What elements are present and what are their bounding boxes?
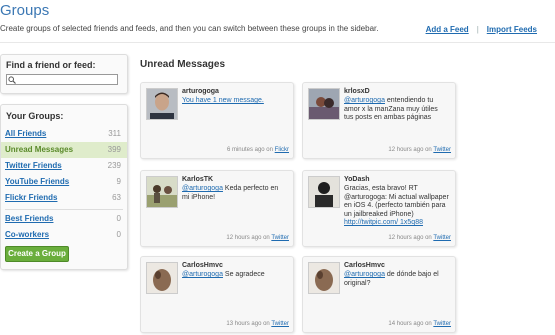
group-count: 399 [107, 145, 121, 154]
groups-heading: Your Groups: [6, 111, 64, 121]
page-title: Groups [0, 2, 50, 19]
group-all-friends[interactable]: All Friends 311 [1, 126, 127, 142]
group-best-friends[interactable]: Best Friends 0 [1, 211, 127, 227]
sender-name: CarlosHmvc [182, 262, 223, 269]
search-icon [8, 76, 16, 84]
message-card: arturogoga You have 1 new message. 6 min… [140, 82, 294, 159]
group-count: 0 [116, 230, 121, 239]
source-link[interactable]: Flickr [275, 147, 289, 153]
header-links: Add a Feed | Import Feeds [426, 25, 537, 34]
group-name: Unread Messages [5, 145, 74, 154]
sender-name: CarlosHmvc [344, 262, 385, 269]
avatar[interactable] [146, 88, 178, 120]
mention-link[interactable]: @arturogoga [182, 185, 223, 192]
group-count: 0 [116, 214, 121, 223]
avatar[interactable] [146, 176, 178, 208]
message-card: KarlosTK @arturogoga Keda perfecto en mi… [140, 170, 294, 247]
message-card: YoDash Gracias, esta bravo! RT @arturogo… [302, 170, 456, 247]
group-name: YouTube Friends [5, 177, 70, 186]
avatar[interactable] [308, 88, 340, 120]
message-text: You have 1 new message. [182, 97, 287, 106]
groups-panel: Your Groups: All Friends 311 Unread Mess… [0, 104, 128, 270]
source-link[interactable]: Twitter [271, 321, 289, 327]
message-link[interactable]: You have 1 new message. [182, 97, 264, 104]
time-text: 12 hours ago on [388, 235, 432, 241]
mention-link[interactable]: @arturogoga [182, 271, 223, 278]
message-timestamp: 12 hours ago on Twitter [226, 235, 289, 241]
link-separator: | [476, 25, 479, 34]
avatar[interactable] [146, 262, 178, 294]
group-name: All Friends [5, 129, 47, 138]
sender-name: YoDash [344, 176, 370, 183]
message-body: Gracias, esta bravo! RT @arturogoga: Mi … [344, 185, 449, 218]
message-body: Se agradece [222, 271, 265, 278]
avatar[interactable] [308, 262, 340, 294]
group-count: 9 [116, 177, 121, 186]
time-text: 13 hours ago on [226, 321, 270, 327]
group-co-workers[interactable]: Co-workers 0 [1, 227, 127, 243]
find-input[interactable] [6, 74, 118, 85]
message-link[interactable]: http://twitpic.com/ 1x5q88 [344, 219, 423, 226]
message-card: krlosxD @arturogoga entendiendo tu amor … [302, 82, 456, 159]
source-link[interactable]: Twitter [433, 235, 451, 241]
group-name: Flickr Friends [5, 193, 58, 202]
create-group-button[interactable]: Create a Group [5, 246, 69, 262]
sender-name: krlosxD [344, 88, 370, 95]
find-label: Find a friend or feed: [6, 60, 96, 70]
message-timestamp: 14 hours ago on Twitter [388, 321, 451, 327]
message-timestamp: 13 hours ago on Twitter [226, 321, 289, 327]
mention-link[interactable]: @arturogoga [344, 97, 385, 104]
message-timestamp: 6 minutes ago on Flickr [227, 147, 289, 153]
group-count: 63 [112, 193, 121, 202]
find-panel: Find a friend or feed: [0, 54, 128, 94]
import-feeds-link[interactable]: Import Feeds [487, 25, 537, 34]
group-youtube-friends[interactable]: YouTube Friends 9 [1, 174, 127, 190]
group-flickr-friends[interactable]: Flickr Friends 63 [1, 190, 127, 206]
section-heading: Unread Messages [140, 59, 226, 70]
group-twitter-friends[interactable]: Twitter Friends 239 [1, 158, 127, 174]
time-text: 6 minutes ago on [226, 147, 273, 153]
message-text: Gracias, esta bravo! RT @arturogoga: Mi … [344, 185, 449, 228]
page-subtitle: Create groups of selected friends and fe… [0, 24, 379, 33]
message-text: @arturogoga de dónde bajo el original? [344, 271, 449, 288]
header-divider [0, 42, 555, 43]
time-text: 12 hours ago on [388, 147, 432, 153]
mention-link[interactable]: @arturogoga [344, 271, 385, 278]
source-link[interactable]: Twitter [433, 321, 451, 327]
source-link[interactable]: Twitter [433, 147, 451, 153]
group-name: Twitter Friends [5, 161, 62, 170]
sender-name: KarlosTK [182, 176, 214, 183]
source-link[interactable]: Twitter [271, 235, 289, 241]
group-count: 311 [108, 129, 121, 138]
group-name: Co-workers [5, 230, 50, 239]
group-count: 239 [107, 161, 121, 170]
message-text: @arturogoga entendiendo tu amor x la man… [344, 97, 449, 123]
message-text: @arturogoga Se agradece [182, 271, 287, 280]
message-card: CarlosHmvc @arturogoga Se agradece 13 ho… [140, 256, 294, 333]
group-name: Best Friends [5, 214, 54, 223]
sender-name: arturogoga [182, 88, 219, 95]
time-text: 14 hours ago on [388, 321, 432, 327]
message-timestamp: 12 hours ago on Twitter [388, 147, 451, 153]
time-text: 12 hours ago on [226, 235, 270, 241]
message-text: @arturogoga Keda perfecto en mi iPhone! [182, 185, 287, 202]
groups-divider [5, 209, 123, 210]
group-unread-messages[interactable]: Unread Messages 399 [1, 142, 127, 158]
message-timestamp: 12 hours ago on Twitter [388, 235, 451, 241]
avatar[interactable] [308, 176, 340, 208]
message-card: CarlosHmvc @arturogoga de dónde bajo el … [302, 256, 456, 333]
add-feed-link[interactable]: Add a Feed [426, 25, 469, 34]
